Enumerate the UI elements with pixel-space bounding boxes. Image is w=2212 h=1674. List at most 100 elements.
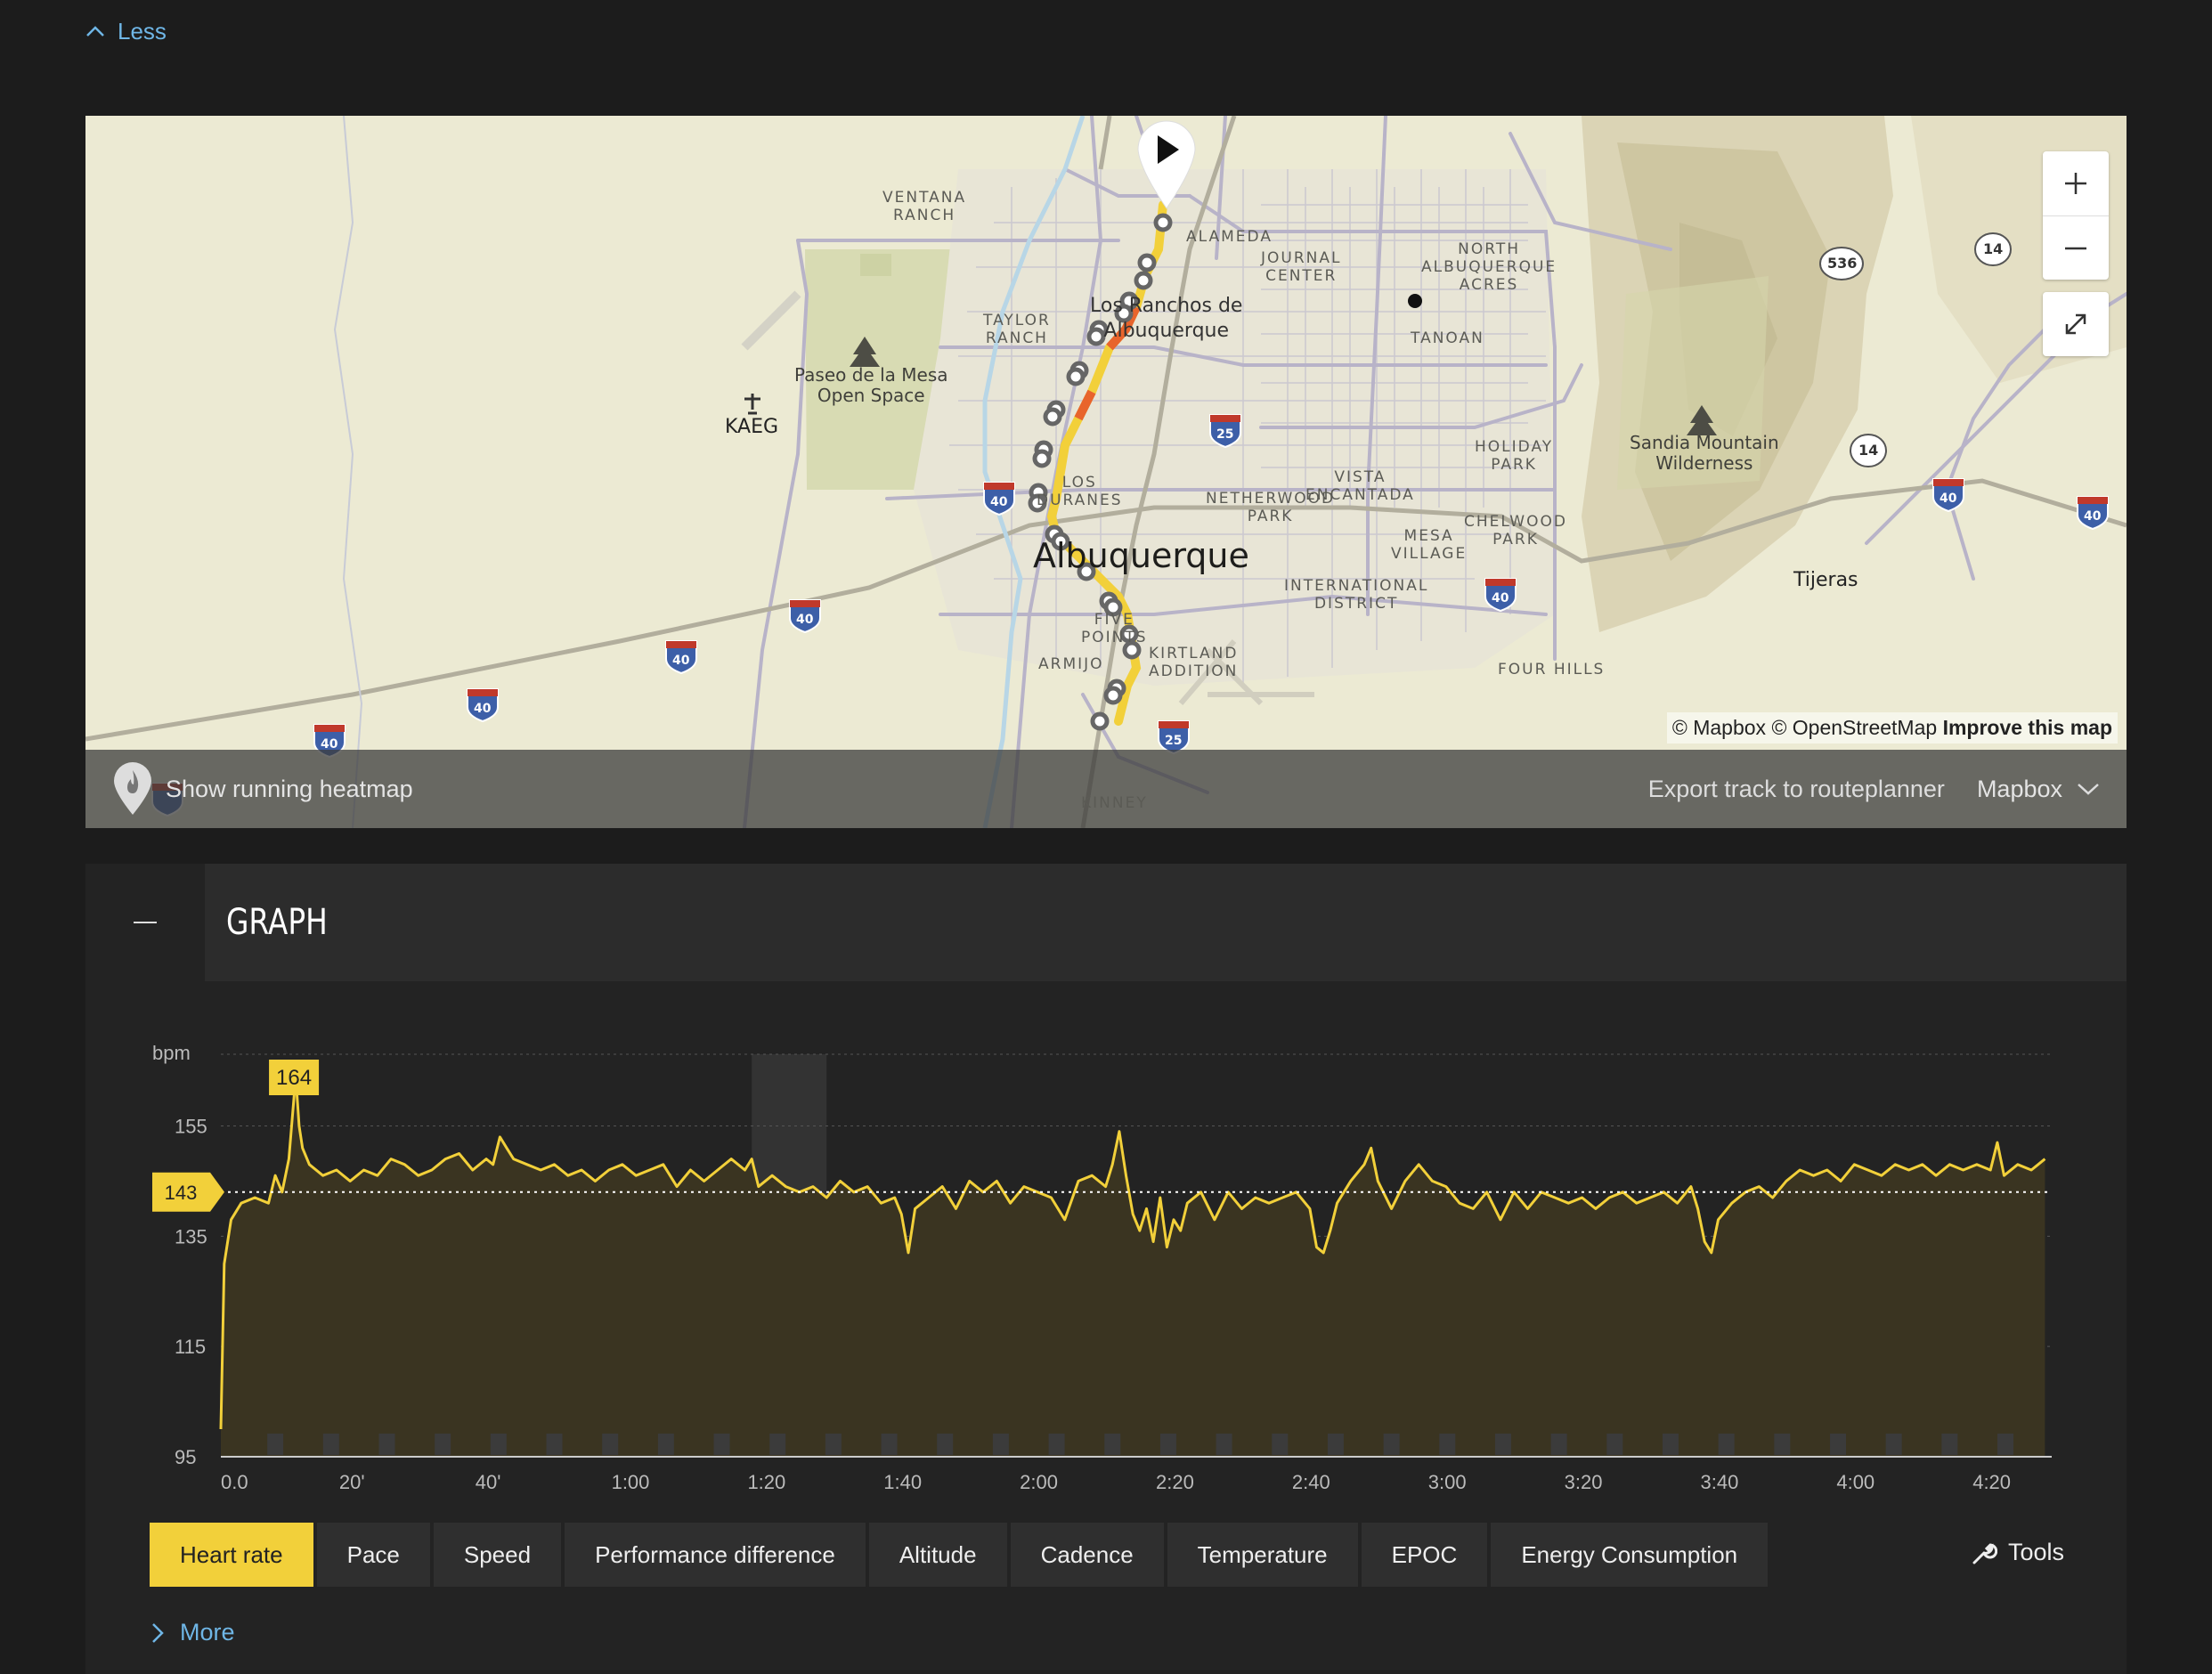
x-tick-label-13: 4:20 bbox=[1972, 1471, 2011, 1493]
y-tick-label-95: 95 bbox=[175, 1446, 196, 1468]
shield-i40-7: 40 bbox=[1940, 492, 1957, 506]
map-label-albuquerque: Albuquerque bbox=[1033, 536, 1249, 575]
shield-i25-1: 25 bbox=[1216, 427, 1234, 442]
export-track-link[interactable]: Export track to routeplanner bbox=[1648, 776, 1945, 803]
graph-title: GRAPH bbox=[226, 902, 328, 943]
x-tick-label-0: 0.0 bbox=[221, 1471, 248, 1493]
max-value: 164 bbox=[276, 1066, 312, 1090]
average-value: 143 bbox=[165, 1182, 198, 1204]
lap-marker bbox=[1774, 1434, 1791, 1455]
lap-marker bbox=[435, 1434, 451, 1455]
zoom-out-button[interactable] bbox=[2043, 215, 2109, 280]
x-tick-label-8: 2:40 bbox=[1292, 1471, 1330, 1493]
attribution-mapbox[interactable]: © Mapbox bbox=[1672, 716, 1766, 739]
zoom-in-button[interactable] bbox=[2043, 151, 2109, 215]
shield-i40-5: 40 bbox=[990, 495, 1008, 509]
shield-i40-6: 40 bbox=[1492, 591, 1509, 605]
lap-marker bbox=[267, 1434, 284, 1455]
x-tick-label-12: 4:00 bbox=[1836, 1471, 1875, 1493]
map-footer-bar: Show running heatmap Export track to rou… bbox=[85, 750, 2127, 828]
shield-536: 536 bbox=[1827, 255, 1858, 272]
lap-marker bbox=[992, 1434, 1009, 1455]
tab-temperature[interactable]: Temperature bbox=[1167, 1523, 1358, 1587]
tab-altitude[interactable]: Altitude bbox=[868, 1523, 1007, 1587]
map-attribution: © Mapbox © OpenStreetMap Improve this ma… bbox=[1666, 712, 2118, 744]
improve-map-link[interactable]: Improve this map bbox=[1943, 716, 2112, 739]
map-label-journal-center: JOURNAL CENTER bbox=[1261, 249, 1342, 285]
lap-marker bbox=[1718, 1434, 1735, 1455]
map-label-chelwood: CHELWOOD PARK bbox=[1464, 513, 1567, 549]
x-tick-label-7: 2:20 bbox=[1156, 1471, 1194, 1493]
x-tick-label-1: 20' bbox=[339, 1471, 365, 1493]
less-toggle[interactable]: Less bbox=[84, 18, 167, 45]
lap-marker bbox=[657, 1434, 674, 1455]
zoom-controls bbox=[2043, 151, 2109, 280]
lap-marker bbox=[490, 1434, 507, 1455]
map-label-north-abq-acres: NORTH ALBUQUERQUE ACRES bbox=[1421, 240, 1557, 294]
chevron-down-icon bbox=[2078, 784, 2099, 795]
shield-i40-3: 40 bbox=[672, 654, 690, 668]
map-label-los-ranchos: Los Ranchos de Albuquerque bbox=[1090, 295, 1243, 342]
graph-collapse-button[interactable] bbox=[85, 864, 205, 981]
lap-marker bbox=[378, 1434, 395, 1455]
x-tick-label-9: 3:00 bbox=[1428, 1471, 1467, 1493]
play-route-button[interactable] bbox=[1134, 116, 1199, 214]
x-tick-label-10: 3:20 bbox=[1565, 1471, 1603, 1493]
tools-button[interactable]: Tools bbox=[1971, 1539, 2064, 1566]
lap-marker bbox=[602, 1434, 619, 1455]
lap-marker bbox=[322, 1434, 339, 1455]
tab-pace[interactable]: Pace bbox=[316, 1523, 430, 1587]
heart-rate-area bbox=[221, 1076, 2045, 1457]
shield-14-1: 14 bbox=[1983, 240, 2004, 257]
tab-epoc[interactable]: EPOC bbox=[1361, 1523, 1488, 1587]
map-label-five-points: FIVE POINTS bbox=[1081, 611, 1148, 646]
lap-marker bbox=[1383, 1434, 1400, 1455]
lap-marker bbox=[1550, 1434, 1567, 1455]
lap-marker bbox=[1941, 1434, 1958, 1455]
lap-marker bbox=[1327, 1434, 1344, 1455]
lap-marker bbox=[881, 1434, 898, 1455]
route-map[interactable]: VENTANA RANCH ALAMEDA NORTH ALBUQUERQUE ACR… bbox=[85, 116, 2127, 828]
x-tick-label-3: 1:00 bbox=[612, 1471, 650, 1493]
less-label: Less bbox=[118, 18, 167, 45]
more-toggle[interactable]: More bbox=[150, 1619, 235, 1646]
tab-heart-rate[interactable]: Heart rate bbox=[150, 1523, 313, 1587]
lap-marker bbox=[1439, 1434, 1456, 1455]
y-tick-label-115: 115 bbox=[175, 1336, 206, 1358]
heart-rate-chart[interactable]: 95 115 135 155 bpm 143 164 0.0 20' 40' 1:00 1:20 1:4… bbox=[85, 1033, 2127, 1496]
map-label-paseo: Paseo de la Mesa Open Space bbox=[794, 364, 948, 406]
map-label-tijeras: Tijeras bbox=[1793, 569, 1858, 591]
fullscreen-button[interactable] bbox=[2043, 292, 2109, 356]
y-tick-label-155: 155 bbox=[175, 1115, 207, 1137]
lap-marker bbox=[825, 1434, 842, 1455]
minus-icon bbox=[2065, 247, 2086, 249]
lap-marker bbox=[937, 1434, 954, 1455]
heatmap-pin-icon bbox=[114, 762, 151, 815]
x-tick-label-4: 1:20 bbox=[747, 1471, 785, 1493]
shield-14-2: 14 bbox=[1858, 442, 1879, 459]
lap-marker bbox=[769, 1434, 786, 1455]
attribution-osm[interactable]: © OpenStreetMap bbox=[1771, 716, 1937, 739]
lap-marker bbox=[1159, 1434, 1176, 1455]
y-tick-label-135: 135 bbox=[175, 1225, 207, 1247]
map-label-kinney: KINNEY bbox=[1081, 794, 1148, 812]
x-tick-label-11: 3:40 bbox=[1700, 1471, 1738, 1493]
x-tick-label-5: 1:40 bbox=[883, 1471, 922, 1493]
graph-section-header: GRAPH bbox=[85, 864, 2127, 981]
heatmap-toggle[interactable]: Show running heatmap bbox=[112, 761, 413, 817]
lap-marker bbox=[1216, 1434, 1232, 1455]
shield-i40-8: 40 bbox=[2084, 509, 2102, 524]
tab-speed[interactable]: Speed bbox=[433, 1523, 562, 1587]
tab-performance-difference[interactable]: Performance difference bbox=[565, 1523, 866, 1587]
y-axis-label: bpm bbox=[152, 1042, 191, 1064]
map-label-alameda: ALAMEDA bbox=[1186, 228, 1273, 246]
map-provider-select[interactable]: Mapbox bbox=[1977, 776, 2100, 803]
map-label-sandia: Sandia Mountain Wilderness bbox=[1630, 432, 1779, 474]
tab-energy-consumption[interactable]: Energy Consumption bbox=[1491, 1523, 1769, 1587]
lap-marker bbox=[1048, 1434, 1065, 1455]
lap-marker bbox=[1494, 1434, 1511, 1455]
chevron-right-icon bbox=[152, 1622, 164, 1643]
tab-cadence[interactable]: Cadence bbox=[1010, 1523, 1164, 1587]
lap-marker bbox=[546, 1434, 563, 1455]
lap-marker bbox=[1830, 1434, 1847, 1455]
